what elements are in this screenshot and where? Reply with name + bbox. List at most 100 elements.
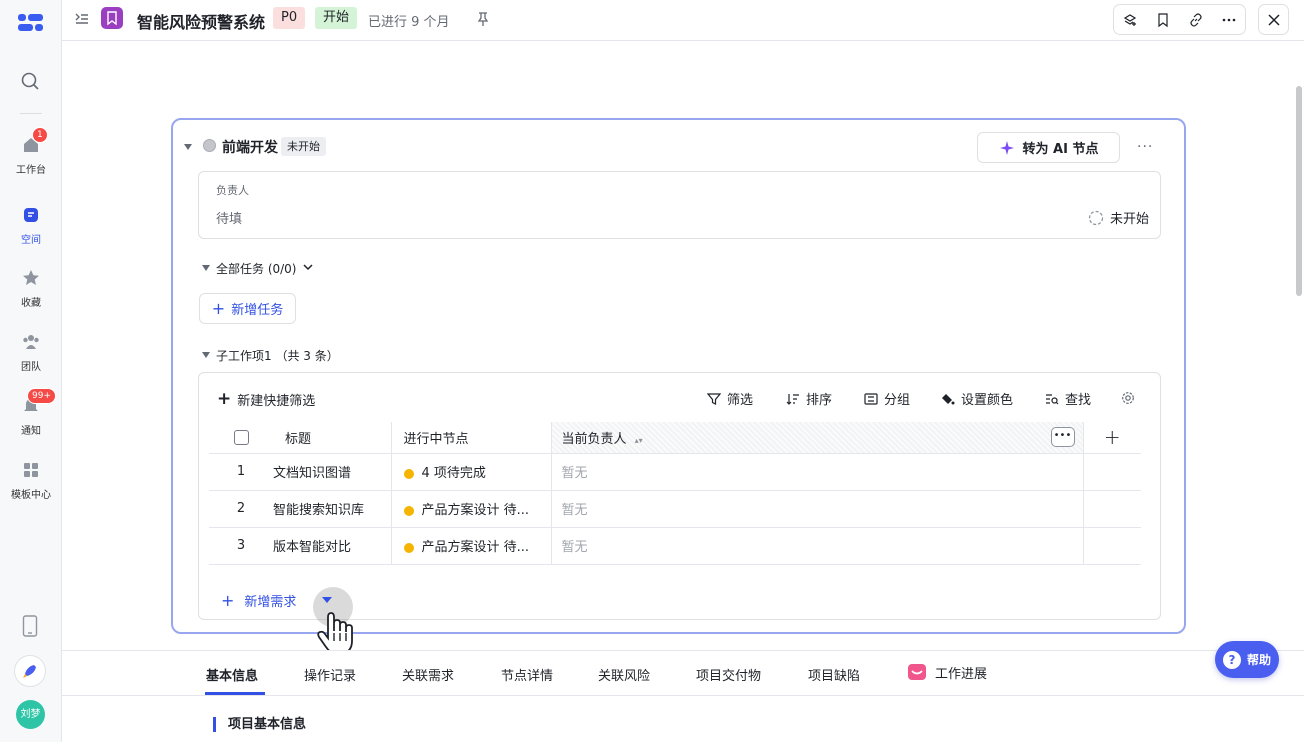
filter-label: 筛选 [727,393,754,408]
scrollbar[interactable] [1296,86,1302,296]
tab-related-risks[interactable]: 关联风险 [598,665,650,684]
table-row[interactable]: 1 文档知识图谱 4 项待完成 暂无 [209,453,1141,491]
new-quick-filter-button[interactable]: + 新建快捷筛选 [217,389,315,409]
priority-tag[interactable]: P0 [273,7,306,29]
group-button[interactable]: 分组 [864,389,910,408]
row-spacer [1083,453,1141,491]
rail-item-templates[interactable]: 模板中心 [0,460,62,501]
rail-item-space[interactable]: 空间 [0,205,62,246]
row-owner[interactable]: 暂无 [551,527,1084,565]
tab-work-progress-label: 工作进展 [935,666,988,682]
rail-item-label: 工作台 [16,165,46,176]
node-card: 前端开发 未开始 转为 AI 节点 ··· 负责人 待填 未开始 全部任务 (0… [171,118,1186,634]
tab-node-details[interactable]: 节点详情 [501,665,553,684]
plus-icon: + [211,299,226,318]
close-button[interactable] [1258,4,1289,35]
star-icon [23,270,39,285]
row-owner[interactable]: 暂无 [551,490,1084,528]
node-more-icon[interactable]: ··· [1137,139,1153,155]
row-owner[interactable]: 暂无 [551,453,1084,491]
add-column-button[interactable]: + [1083,422,1141,454]
add-task-button[interactable]: + 新增任务 [199,293,296,324]
space-icon [24,208,38,222]
save-template-button[interactable] [1114,5,1147,34]
pin-icon[interactable] [476,11,490,27]
rocket-button[interactable] [14,655,46,687]
tab-basic-info[interactable]: 基本信息 [206,665,258,684]
row-title[interactable]: 版本智能对比 [273,527,392,565]
status-badge[interactable]: 未开始 [281,137,326,156]
filter-button[interactable]: 筛选 [707,389,753,408]
owner-value[interactable]: 待填 [216,208,242,227]
dropdown-caret-icon[interactable] [322,597,332,603]
tasks-title[interactable]: 全部任务 (0/0) [216,260,297,277]
row-spacer [1083,527,1141,565]
sort-button[interactable]: 排序 [786,389,832,408]
rocket-icon [23,665,36,678]
convert-ai-node-button[interactable]: 转为 AI 节点 [977,132,1120,163]
tab-defects[interactable]: 项目缺陷 [808,665,860,684]
table-header-row: 标题 进行中节点 当前负责人 ▴▾ ••• + [209,422,1141,454]
help-button[interactable]: ? 帮助 [1215,641,1279,678]
team-icon [23,335,39,349]
rail-item-label: 收藏 [21,298,41,309]
help-label: 帮助 [1246,653,1271,667]
tab-work-progress[interactable]: 工作进展 [907,662,987,682]
subitems-caret-icon[interactable] [202,352,210,358]
table-row[interactable]: 2 智能搜索知识库 产品方案设计 待... 暂无 [209,490,1141,528]
row-number: 3 [209,527,273,565]
progress-text: 已进行 9 个月 [368,15,450,30]
select-all-checkbox[interactable] [233,429,249,445]
row-node-cell[interactable]: 产品方案设计 待... [391,527,552,565]
subitems-title[interactable]: 子工作项1 （共 3 条） [216,347,339,364]
column-header-title[interactable]: 标题 [273,422,392,454]
row-number: 2 [209,490,273,528]
row-spacer [1083,490,1141,528]
bookmark-button[interactable] [1147,5,1180,34]
status-dot [403,542,414,553]
sort-arrows-icon[interactable]: ▴▾ [635,436,643,445]
column-header-node[interactable]: 进行中节点 [391,422,552,454]
row-node-cell[interactable]: 4 项待完成 [391,453,552,491]
mobile-icon[interactable] [22,615,38,637]
row-title[interactable]: 智能搜索知识库 [273,490,392,528]
avatar[interactable]: 刘梦 [16,700,45,729]
find-button[interactable]: 查找 [1045,389,1091,408]
active-tab-indicator [205,692,265,695]
set-color-button[interactable]: 设置颜色 [941,389,1013,408]
copy-link-button[interactable] [1180,5,1213,34]
owner-status-label: 未开始 [1109,212,1149,227]
column-more-button[interactable]: ••• [1050,427,1075,447]
tab-deliverables[interactable]: 项目交付物 [696,665,761,684]
row-title[interactable]: 文档知识图谱 [273,453,392,491]
status-dot [403,468,414,479]
row-node-cell[interactable]: 产品方案设计 待... [391,490,552,528]
search-icon[interactable] [20,71,40,91]
status-dot [403,505,414,516]
column-header-owner[interactable]: 当前负责人 ▴▾ ••• [551,422,1084,454]
table-row[interactable]: 3 版本智能对比 产品方案设计 待... 暂无 [209,527,1141,565]
new-filter-label: 新建快捷筛选 [237,393,316,409]
plus-icon: + [217,389,232,409]
rail-item-workbench[interactable]: 工作台 1 [0,127,62,176]
sidebar-toggle-icon[interactable] [74,11,90,27]
rail-item-notifications[interactable]: 通知 99+ [0,388,62,437]
settings-gear-icon[interactable] [1121,391,1135,405]
rail-item-favorites[interactable]: 收藏 [0,268,62,309]
app-logo-icon[interactable] [17,12,45,34]
tab-related-requirements[interactable]: 关联需求 [402,665,454,684]
more-button[interactable] [1212,5,1245,34]
chevron-down-icon[interactable] [302,262,314,272]
add-requirement-button[interactable]: + 新增需求 [221,591,296,610]
owner-status[interactable]: 未开始 [1088,208,1149,227]
link-icon [1190,12,1202,27]
tasks-caret-icon[interactable] [202,265,210,271]
tab-operation-log[interactable]: 操作记录 [304,665,356,684]
rail-item-team[interactable]: 团队 [0,332,62,373]
status-tag[interactable]: 开始 [315,7,358,29]
rail-item-label: 模板中心 [11,490,51,501]
rail-item-label: 团队 [21,362,41,373]
left-rail: 工作台 1 空间 收藏 团队 通知 99+ 模板中心 刘梦 [0,0,62,742]
group-icon [864,392,878,405]
collapse-caret-icon[interactable] [184,144,192,150]
